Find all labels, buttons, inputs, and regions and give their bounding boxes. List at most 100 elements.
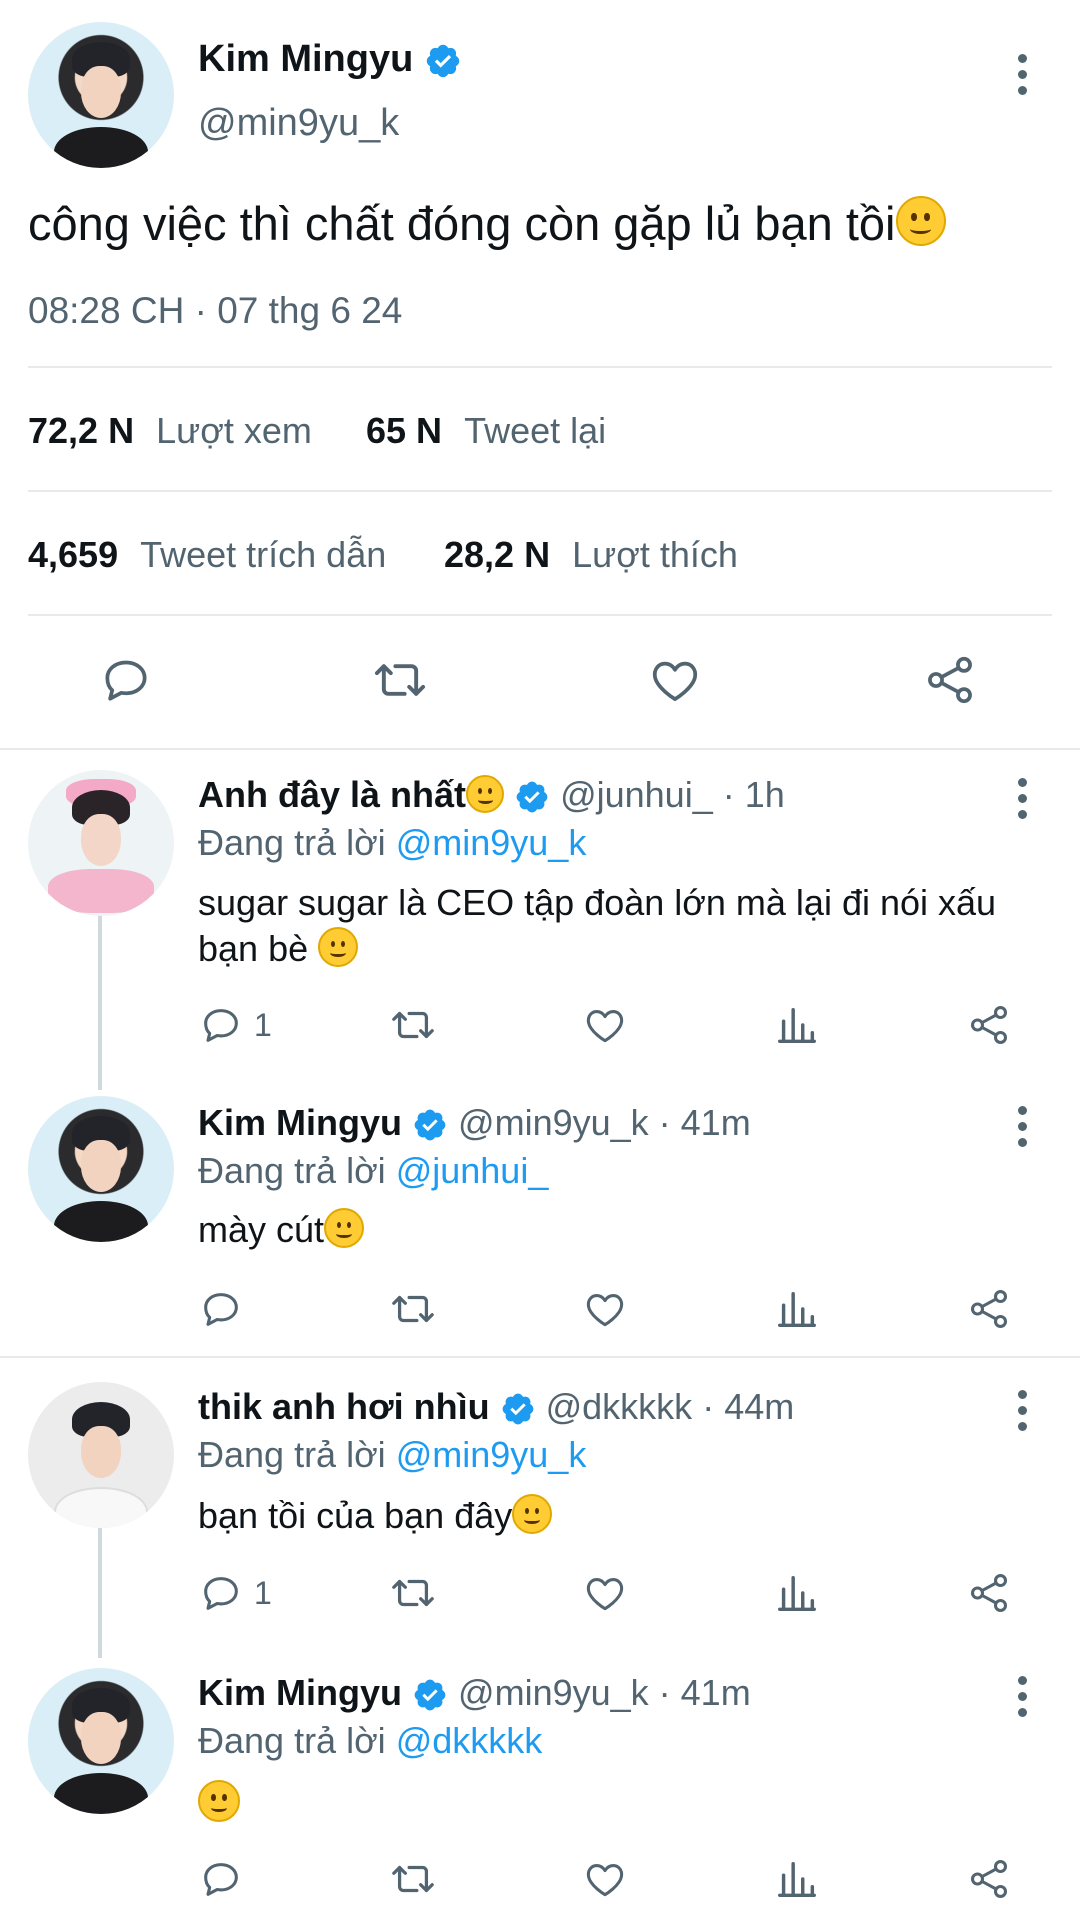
like-icon (652, 661, 698, 701)
more-icon[interactable] (1016, 1676, 1028, 1724)
reply-button[interactable] (98, 652, 154, 708)
analytics-icon (778, 1575, 816, 1612)
more-icon[interactable] (1016, 54, 1028, 102)
replying-prefix: Đang trả lời (198, 822, 386, 863)
quotes-stat[interactable]: 4,659 Tweet trích dẫn (28, 534, 386, 576)
retweet-icon (392, 1865, 434, 1893)
retweet-button[interactable] (370, 652, 430, 708)
author-name[interactable]: thik anh hơi nhìu (198, 1386, 490, 1427)
reply-text: bạn tồi của bạn đây (198, 1495, 513, 1536)
reply-icon (105, 660, 147, 701)
likes-stat[interactable]: 28,2 N Lượt thích (444, 534, 738, 576)
share-icon (970, 1290, 1008, 1328)
share-button[interactable] (966, 1286, 1012, 1332)
like-button[interactable] (646, 652, 704, 708)
replying-to-link[interactable]: @min9yu_k (396, 822, 587, 863)
avatar[interactable] (28, 22, 174, 168)
reply-icon (204, 1577, 238, 1610)
like-icon (586, 1578, 624, 1611)
views-count: 72,2 N (28, 410, 135, 451)
avatar[interactable] (28, 1096, 174, 1242)
author-name[interactable]: Kim Mingyu (198, 38, 413, 80)
author-handle[interactable]: @junhui_ (560, 774, 713, 815)
smile-emoji-icon (324, 1208, 365, 1248)
like-button[interactable] (582, 1286, 628, 1332)
analytics-button[interactable] (774, 1002, 820, 1048)
tweet-timestamp[interactable]: 08:28 CH · 07 thg 6 24 (28, 290, 402, 332)
retweets-stat[interactable]: 65 N Tweet lại (366, 410, 606, 452)
analytics-icon (778, 1861, 816, 1898)
author-name[interactable]: Anh đây là nhất (198, 774, 466, 815)
avatar[interactable] (28, 770, 174, 916)
share-button[interactable] (966, 1856, 1012, 1902)
pensive-emoji-icon (318, 927, 359, 967)
verified-badge-icon (426, 44, 460, 78)
author-handle[interactable]: @dkkkkk (546, 1386, 693, 1427)
like-icon (586, 1294, 624, 1327)
reply-time[interactable]: · 41m (659, 1102, 751, 1143)
retweet-button[interactable] (388, 1286, 438, 1332)
analytics-button[interactable] (774, 1286, 820, 1332)
thread-line (98, 910, 102, 1090)
quotes-count: 4,659 (28, 534, 119, 575)
share-button[interactable] (966, 1570, 1012, 1616)
retweet-button[interactable] (388, 1856, 438, 1902)
reply-count: 1 (254, 1574, 272, 1611)
retweet-icon (392, 1579, 434, 1607)
verified-badge-icon (502, 1394, 533, 1425)
avatar[interactable] (28, 1668, 174, 1814)
reply-time[interactable]: · 41m (659, 1672, 751, 1713)
reply-time[interactable]: · 44m (702, 1386, 794, 1427)
share-icon (970, 1006, 1008, 1044)
author-handle[interactable]: @min9yu_k (458, 1672, 649, 1713)
reply-icon (204, 1009, 238, 1042)
verified-badge-icon (516, 782, 548, 813)
analytics-button[interactable] (774, 1570, 820, 1616)
reply-button[interactable]: 1 (198, 1570, 272, 1616)
author-handle[interactable]: @min9yu_k (458, 1102, 649, 1143)
author-handle[interactable]: @min9yu_k (198, 102, 399, 145)
more-icon[interactable] (1016, 1106, 1028, 1154)
replying-to-link[interactable]: @dkkkkk (396, 1720, 543, 1761)
retweet-icon (392, 1011, 434, 1039)
smile-emoji-icon (895, 196, 946, 246)
like-icon (586, 1864, 624, 1897)
analytics-button[interactable] (774, 1856, 820, 1902)
smirk-emoji-icon (466, 775, 505, 813)
like-icon (586, 1010, 624, 1043)
retweet-button[interactable] (388, 1002, 438, 1048)
reply-button[interactable] (198, 1286, 254, 1332)
like-button[interactable] (582, 1570, 628, 1616)
reply-button[interactable]: 1 (198, 1002, 272, 1048)
like-button[interactable] (582, 1002, 628, 1048)
share-icon (970, 1860, 1008, 1898)
retweet-button[interactable] (388, 1570, 438, 1616)
more-icon[interactable] (1016, 1390, 1028, 1438)
replying-to-link[interactable]: @junhui_ (396, 1150, 549, 1191)
share-button[interactable] (966, 1002, 1012, 1048)
divider (0, 1356, 1080, 1358)
author-name[interactable]: Kim Mingyu (198, 1102, 402, 1143)
blush-emoji-icon (512, 1494, 553, 1534)
reply-text: sugar sugar là CEO tập đoàn lớn mà lại đ… (198, 882, 997, 969)
author-name[interactable]: Kim Mingyu (198, 1672, 402, 1713)
replying-prefix: Đang trả lời (198, 1434, 386, 1475)
replying-to-link[interactable]: @min9yu_k (396, 1434, 587, 1475)
avatar[interactable] (28, 1382, 174, 1528)
reply-text: mày cút (198, 1209, 325, 1250)
analytics-icon (778, 1291, 816, 1328)
retweets-label: Tweet lại (464, 410, 607, 451)
verified-badge-icon (414, 1680, 446, 1711)
replying-prefix: Đang trả lời (198, 1720, 386, 1761)
share-icon (970, 1574, 1008, 1612)
more-icon[interactable] (1016, 778, 1028, 826)
reply-icon (204, 1863, 238, 1896)
share-icon (928, 656, 972, 704)
retweets-count: 65 N (366, 410, 443, 451)
retweet-icon (392, 1295, 434, 1323)
retweet-icon (374, 664, 426, 696)
share-button[interactable] (922, 652, 978, 708)
like-button[interactable] (582, 1856, 628, 1902)
reply-button[interactable] (198, 1856, 254, 1902)
reply-time[interactable]: · 1h (723, 774, 785, 815)
